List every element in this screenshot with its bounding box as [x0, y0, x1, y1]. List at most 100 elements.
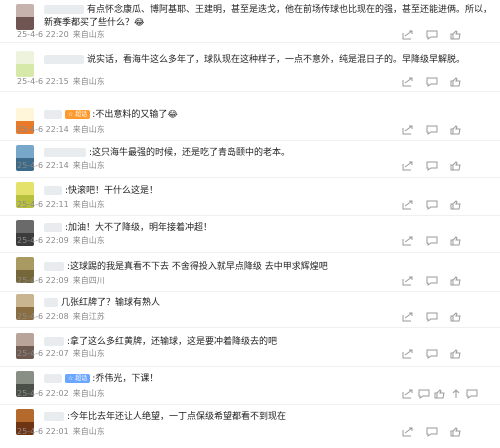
- share-icon[interactable]: [402, 236, 414, 246]
- avatar-top: [16, 108, 34, 121]
- comment-meta: 25-4-6 22:14 来自山东: [17, 125, 109, 135]
- comment-location: 来自山东: [72, 427, 105, 436]
- comment-icon[interactable]: [466, 389, 478, 399]
- share-icon[interactable]: [402, 200, 414, 210]
- comment-actions: [402, 161, 488, 171]
- avatar[interactable]: [16, 51, 34, 77]
- comment-location: 来自四川: [72, 276, 105, 285]
- share-icon[interactable]: [402, 77, 414, 87]
- avatar[interactable]: [16, 4, 34, 30]
- comment-text: :今年比去年还让人绝望，一丁点保级希望都看不到现在: [44, 410, 492, 424]
- comment-actions: [402, 236, 488, 246]
- username-redacted[interactable]: [44, 298, 58, 307]
- comment-meta: 25-4-6 22:11 来自山东: [17, 200, 109, 210]
- username-redacted[interactable]: [44, 110, 62, 119]
- comment-time: 25-4-6 22:11: [17, 200, 69, 209]
- like-icon[interactable]: [450, 312, 462, 322]
- comment-meta: 25-4-6 22:02 来自山东: [17, 389, 109, 399]
- username-redacted[interactable]: [44, 374, 62, 383]
- username-redacted[interactable]: [44, 223, 62, 232]
- comment-text: ☆ 超话:不出意料的又输了😂: [44, 108, 492, 122]
- share-icon[interactable]: [402, 312, 414, 322]
- comment-text: 说实话，看海牛这么多年了，球队现在这种样子，一点不意外，纯是混日子的。早降级早解…: [44, 54, 492, 67]
- fan-badge: ☆ 超话: [65, 110, 91, 119]
- share-icon[interactable]: [402, 276, 414, 286]
- comment-item: :这球踢的我是真看不下去 不舍得投入就早点降级 去中甲求辉煌吧 25-4-6 2…: [0, 253, 500, 296]
- comment-location: 来自山东: [72, 125, 105, 134]
- comment-icon[interactable]: [426, 200, 438, 210]
- comment-icon[interactable]: [426, 161, 438, 171]
- share-icon[interactable]: [402, 125, 414, 135]
- comment-icon[interactable]: [426, 236, 438, 246]
- comment-content: 说实话，看海牛这么多年了，球队现在这种样子，一点不意外，纯是混日子的。早降级早解…: [44, 53, 492, 67]
- username-redacted[interactable]: [44, 148, 86, 157]
- comment-location: 来自山东: [72, 236, 105, 245]
- comment-icon[interactable]: [426, 77, 438, 87]
- comment-actions: [402, 77, 488, 87]
- comment-time: 25-4-6 22:14: [17, 125, 69, 134]
- comment-meta: 25-4-6 22:08 来自江苏: [17, 312, 109, 322]
- comment-content: :快滚吧！干什么这是！: [44, 184, 492, 198]
- share-icon[interactable]: [402, 349, 414, 359]
- like-icon[interactable]: [450, 236, 462, 246]
- avatar-top: [16, 182, 34, 195]
- avatar-top: [16, 4, 34, 17]
- comment-meta: 25-4-6 22:20 来自山东: [17, 30, 109, 40]
- comment-meta: 25-4-6 22:09 来自四川: [17, 276, 109, 286]
- reply-icon[interactable]: [418, 389, 430, 399]
- comment-icon[interactable]: [426, 312, 438, 322]
- avatar-top: [16, 333, 34, 346]
- emoji: 😂: [167, 110, 178, 120]
- comment-location: 来自山东: [72, 77, 105, 86]
- username-redacted[interactable]: [44, 5, 84, 14]
- comment-icon[interactable]: [426, 30, 438, 40]
- like-icon[interactable]: [450, 200, 462, 210]
- avatar-bottom: [16, 17, 34, 30]
- like-icon[interactable]: [450, 77, 462, 87]
- like-icon[interactable]: [450, 276, 462, 286]
- share-icon[interactable]: [402, 161, 414, 171]
- share-icon[interactable]: [402, 389, 414, 399]
- comment-time: 25-4-6 22:02: [17, 389, 69, 398]
- like-icon[interactable]: [434, 389, 446, 399]
- username-redacted[interactable]: [44, 186, 62, 195]
- comment-icon[interactable]: [426, 276, 438, 286]
- share-icon[interactable]: [402, 30, 414, 40]
- like-icon[interactable]: [450, 30, 462, 40]
- comment-list: 有点怀念康瓜、博阿基耶、王建明，甚至是迭戈，他在前场传球也比现在的强，甚至还能进…: [0, 0, 500, 440]
- upload-icon[interactable]: [450, 389, 462, 399]
- comment-meta: 25-4-6 22:15 来自山东: [17, 77, 109, 87]
- avatar-top: [16, 371, 34, 384]
- comment-content: :这球踢的我是真看不下去 不舍得投入就早点降级 去中甲求辉煌吧: [44, 260, 492, 274]
- comment-actions: [402, 312, 488, 322]
- comment-actions: [402, 427, 488, 437]
- comment-text: :这球踢的我是真看不下去 不舍得投入就早点降级 去中甲求辉煌吧: [44, 260, 492, 274]
- comment-location: 来自山东: [72, 389, 105, 398]
- comment-actions: [402, 200, 488, 210]
- comment-icon[interactable]: [426, 125, 438, 135]
- comment-meta: 25-4-6 22:09 来自山东: [17, 236, 109, 246]
- username-redacted[interactable]: [44, 337, 64, 346]
- comment-actions: [402, 276, 488, 286]
- share-icon[interactable]: [402, 427, 414, 437]
- comment-location: 来自山东: [72, 161, 105, 170]
- comment-icon[interactable]: [426, 349, 438, 359]
- comment-item: 说实话，看海牛这么多年了，球队现在这种样子，一点不意外，纯是混日子的。早降级早解…: [0, 43, 500, 92]
- comment-meta: 25-4-6 22:01 来自山东: [17, 427, 109, 437]
- like-icon[interactable]: [450, 349, 462, 359]
- comment-text: :这只海牛最强的时候，还是吃了青岛颐中的老本。: [44, 146, 492, 160]
- comment-content: ☆ 超话:乔伟光，下课！: [44, 372, 492, 386]
- username-redacted[interactable]: [44, 262, 64, 271]
- comment-time: 25-4-6 22:01: [17, 427, 69, 436]
- like-icon[interactable]: [450, 125, 462, 135]
- like-icon[interactable]: [450, 427, 462, 437]
- avatar-top: [16, 409, 34, 422]
- like-icon[interactable]: [450, 161, 462, 171]
- comment-icon[interactable]: [426, 427, 438, 437]
- comment-content: :加油！大不了降级，明年接着冲超！: [44, 221, 492, 235]
- username-redacted[interactable]: [44, 412, 64, 421]
- comment-actions: [402, 125, 488, 135]
- divider: [0, 91, 500, 92]
- username-redacted[interactable]: [44, 55, 84, 64]
- emoji: 😂: [134, 18, 145, 28]
